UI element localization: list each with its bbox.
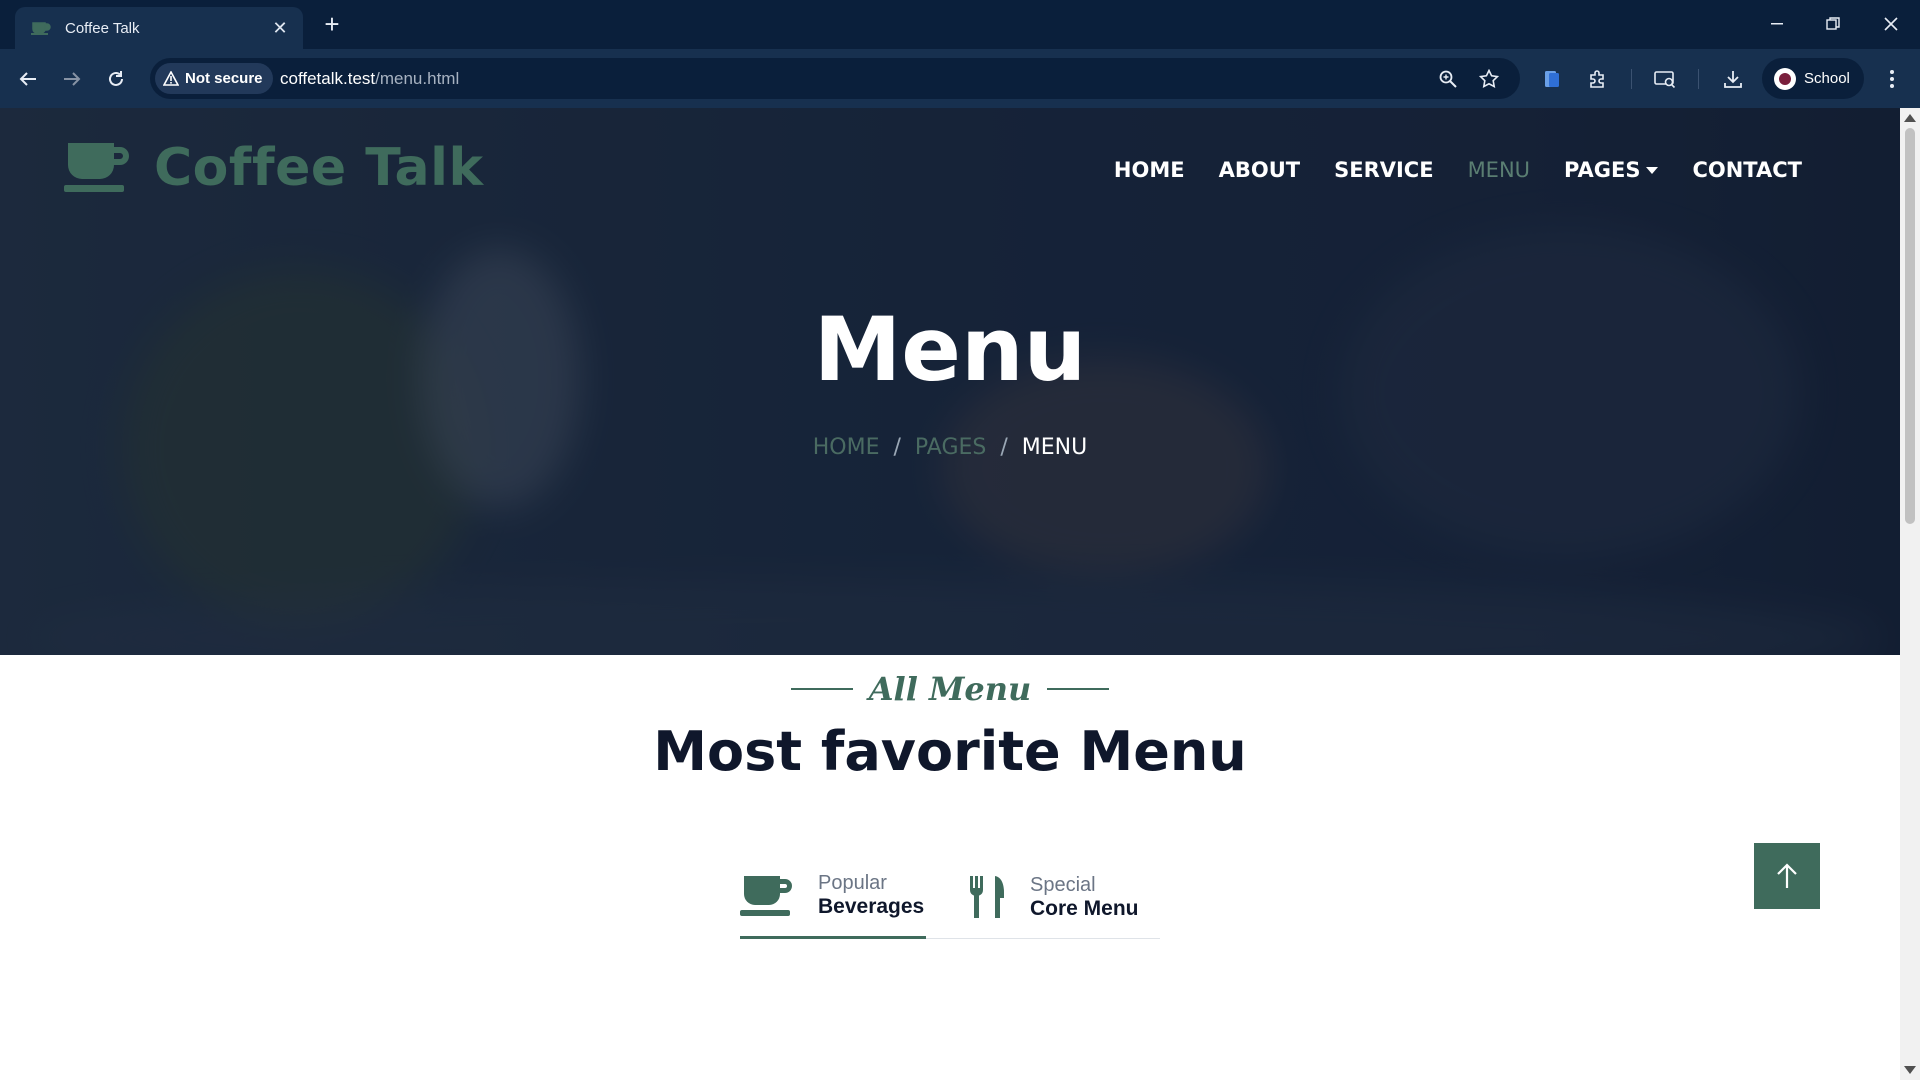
- tab-close-icon[interactable]: ✕: [269, 18, 291, 39]
- extensions-icon[interactable]: [1582, 63, 1614, 95]
- scroll-thumb[interactable]: [1905, 128, 1915, 524]
- breadcrumb-separator: /: [1000, 435, 1008, 460]
- hero-banner: Coffee Talk HOME ABOUT SERVICE MENU PAGE…: [0, 108, 1900, 655]
- close-window-icon[interactable]: [1868, 8, 1914, 40]
- tab-title: Coffee Talk: [65, 19, 140, 37]
- nav-service[interactable]: SERVICE: [1334, 158, 1433, 182]
- nav-pages[interactable]: PAGES: [1564, 158, 1640, 182]
- utensils-icon: [970, 876, 1004, 918]
- section-title: Most favorite Menu: [653, 720, 1247, 783]
- media-cast-icon[interactable]: [1649, 63, 1681, 95]
- menu-tabs: Popular Beverages Special Core Menu: [740, 855, 1160, 939]
- page-title: Menu: [813, 298, 1087, 401]
- browser-toolbar: Not secure coffetalk.test/menu.html Scho…: [0, 49, 1920, 108]
- url-host: coffetalk.test: [280, 69, 376, 88]
- profile-button[interactable]: School: [1762, 58, 1864, 99]
- address-bar[interactable]: Not secure coffetalk.test/menu.html: [150, 58, 1520, 99]
- coffee-cup-icon: [740, 875, 792, 916]
- forward-icon[interactable]: [56, 63, 88, 95]
- arrow-up-icon: [1777, 863, 1797, 888]
- nav-pages-dropdown[interactable]: PAGES: [1564, 158, 1659, 182]
- tab-core-menu-small: Special: [1030, 873, 1096, 896]
- tab-core-menu[interactable]: Special Core Menu: [968, 855, 1160, 939]
- breadcrumb-home[interactable]: HOME: [813, 435, 880, 460]
- nav-about[interactable]: ABOUT: [1219, 158, 1301, 182]
- nav-menu[interactable]: MENU: [1468, 158, 1530, 182]
- back-to-top-button[interactable]: [1754, 843, 1820, 909]
- breadcrumb-separator: /: [893, 435, 901, 460]
- tab-beverages-text: Popular Beverages: [818, 872, 924, 919]
- breadcrumb: HOME / PAGES / MENU: [0, 435, 1900, 460]
- subtitle-divider-left: [790, 688, 853, 690]
- scroll-down-arrow-icon[interactable]: [1904, 1066, 1916, 1074]
- profile-avatar: [1774, 67, 1796, 90]
- tab-core-menu-big: Core Menu: [1030, 896, 1139, 920]
- security-label: Not secure: [185, 70, 263, 87]
- brand-logo[interactable]: Coffee Talk: [64, 138, 484, 198]
- back-icon[interactable]: [12, 63, 44, 95]
- download-icon[interactable]: [1717, 63, 1749, 95]
- menu-kebab-icon[interactable]: [1876, 63, 1908, 95]
- browser-tabbar: Coffee Talk ✕ +: [0, 0, 1920, 49]
- reload-icon[interactable]: [100, 63, 132, 95]
- tab-beverages[interactable]: Popular Beverages: [740, 855, 926, 939]
- profile-label: School: [1804, 70, 1850, 87]
- url-text[interactable]: coffetalk.test/menu.html: [280, 69, 459, 89]
- toolbar-divider: [1631, 69, 1632, 89]
- subtitle-divider-right: [1047, 688, 1110, 690]
- security-chip[interactable]: Not secure: [155, 63, 273, 94]
- tab-beverages-big: Beverages: [818, 895, 925, 918]
- nav-contact[interactable]: CONTACT: [1692, 158, 1802, 182]
- breadcrumb-pages[interactable]: PAGES: [915, 435, 986, 460]
- warning-icon: [163, 71, 179, 86]
- nav-home[interactable]: HOME: [1114, 158, 1185, 182]
- page-scrollbar[interactable]: [1900, 108, 1920, 1080]
- tab-core-menu-text: Special Core Menu: [1030, 874, 1139, 921]
- scroll-up-arrow-icon[interactable]: [1904, 114, 1916, 122]
- tab-beverages-small: Popular: [818, 872, 887, 894]
- url-path: /menu.html: [375, 69, 460, 88]
- toolbar-divider: [1698, 69, 1699, 89]
- zoom-icon[interactable]: [1436, 67, 1460, 91]
- reading-list-icon[interactable]: [1536, 63, 1568, 95]
- coffee-favicon-icon: [31, 20, 51, 36]
- new-tab-icon[interactable]: +: [318, 10, 346, 38]
- brand-name: Coffee Talk: [154, 138, 484, 198]
- restore-icon[interactable]: [1810, 8, 1856, 40]
- section-subtitle-row: All Menu: [0, 670, 1900, 708]
- main-nav: HOME ABOUT SERVICE MENU PAGES CONTACT: [1114, 158, 1802, 182]
- section-subtitle: All Menu: [868, 670, 1032, 708]
- browser-tab[interactable]: Coffee Talk ✕: [15, 7, 303, 49]
- breadcrumb-current: MENU: [1021, 435, 1088, 460]
- coffee-cup-logo-icon: [64, 143, 129, 192]
- minimize-icon[interactable]: [1754, 8, 1800, 40]
- caret-down-icon: [1646, 166, 1659, 174]
- bookmark-star-icon[interactable]: [1477, 67, 1501, 91]
